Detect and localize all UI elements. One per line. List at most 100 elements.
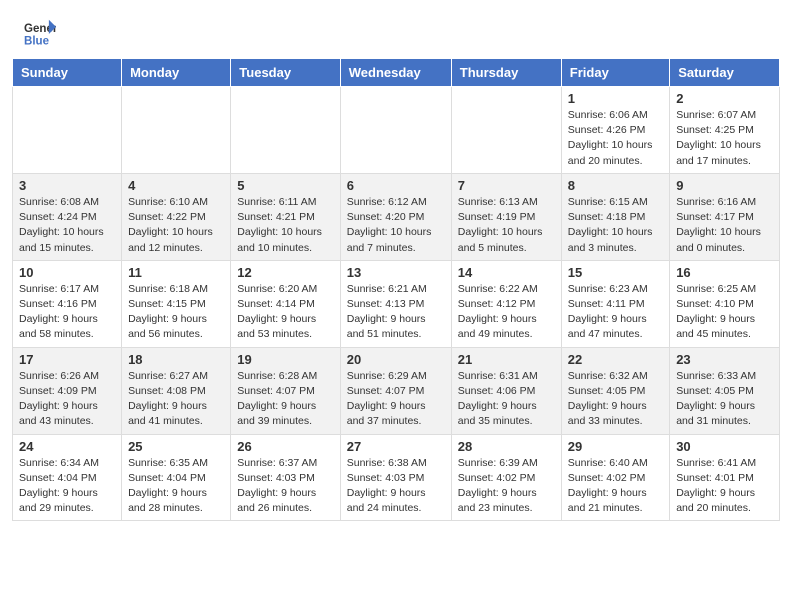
calendar-day-cell: 11 Sunrise: 6:18 AM Sunset: 4:15 PM Dayli… <box>122 260 231 347</box>
day-info: Sunrise: 6:40 AM Sunset: 4:02 PM Dayligh… <box>568 456 663 517</box>
day-info: Sunrise: 6:34 AM Sunset: 4:04 PM Dayligh… <box>19 456 115 517</box>
day-info: Sunrise: 6:20 AM Sunset: 4:14 PM Dayligh… <box>237 282 333 343</box>
calendar-day-cell: 1 Sunrise: 6:06 AM Sunset: 4:26 PM Daylig… <box>561 87 669 174</box>
day-info: Sunrise: 6:08 AM Sunset: 4:24 PM Dayligh… <box>19 195 115 256</box>
day-number: 3 <box>19 178 115 193</box>
day-number: 16 <box>676 265 773 280</box>
calendar-day-cell: 27 Sunrise: 6:38 AM Sunset: 4:03 PM Dayli… <box>340 434 451 521</box>
day-number: 30 <box>676 439 773 454</box>
svg-text:Blue: Blue <box>24 36 50 48</box>
calendar-day-cell: 28 Sunrise: 6:39 AM Sunset: 4:02 PM Dayli… <box>451 434 561 521</box>
day-info: Sunrise: 6:10 AM Sunset: 4:22 PM Dayligh… <box>128 195 224 256</box>
day-number: 17 <box>19 352 115 367</box>
day-number: 18 <box>128 352 224 367</box>
day-info: Sunrise: 6:21 AM Sunset: 4:13 PM Dayligh… <box>347 282 445 343</box>
day-info: Sunrise: 6:28 AM Sunset: 4:07 PM Dayligh… <box>237 369 333 430</box>
day-number: 1 <box>568 91 663 106</box>
calendar-day-cell: 26 Sunrise: 6:37 AM Sunset: 4:03 PM Dayli… <box>231 434 340 521</box>
calendar-wrapper: SundayMondayTuesdayWednesdayThursdayFrid… <box>0 58 792 533</box>
calendar-day-cell: 24 Sunrise: 6:34 AM Sunset: 4:04 PM Dayli… <box>13 434 122 521</box>
calendar-week-row: 24 Sunrise: 6:34 AM Sunset: 4:04 PM Dayli… <box>13 434 780 521</box>
calendar-day-cell: 14 Sunrise: 6:22 AM Sunset: 4:12 PM Dayli… <box>451 260 561 347</box>
day-number: 23 <box>676 352 773 367</box>
calendar-day-cell <box>340 87 451 174</box>
day-info: Sunrise: 6:12 AM Sunset: 4:20 PM Dayligh… <box>347 195 445 256</box>
calendar-day-cell: 2 Sunrise: 6:07 AM Sunset: 4:25 PM Daylig… <box>670 87 780 174</box>
day-info: Sunrise: 6:38 AM Sunset: 4:03 PM Dayligh… <box>347 456 445 517</box>
day-info: Sunrise: 6:26 AM Sunset: 4:09 PM Dayligh… <box>19 369 115 430</box>
calendar-day-cell: 30Sunrise: 6:41 AM Sunset: 4:01 PM Dayli… <box>670 434 780 521</box>
day-info: Sunrise: 6:27 AM Sunset: 4:08 PM Dayligh… <box>128 369 224 430</box>
calendar-week-row: 10 Sunrise: 6:17 AM Sunset: 4:16 PM Dayli… <box>13 260 780 347</box>
calendar-week-row: 17 Sunrise: 6:26 AM Sunset: 4:09 PM Dayli… <box>13 347 780 434</box>
calendar-day-cell: 7 Sunrise: 6:13 AM Sunset: 4:19 PM Daylig… <box>451 173 561 260</box>
day-of-week-header: Saturday <box>670 59 780 87</box>
day-info: Sunrise: 6:22 AM Sunset: 4:12 PM Dayligh… <box>458 282 555 343</box>
day-info: Sunrise: 6:29 AM Sunset: 4:07 PM Dayligh… <box>347 369 445 430</box>
day-info: Sunrise: 6:23 AM Sunset: 4:11 PM Dayligh… <box>568 282 663 343</box>
day-info: Sunrise: 6:25 AM Sunset: 4:10 PM Dayligh… <box>676 282 773 343</box>
calendar-day-cell: 16 Sunrise: 6:25 AM Sunset: 4:10 PM Dayli… <box>670 260 780 347</box>
calendar-day-cell: 22Sunrise: 6:32 AM Sunset: 4:05 PM Dayli… <box>561 347 669 434</box>
day-number: 14 <box>458 265 555 280</box>
day-info: Sunrise: 6:32 AM Sunset: 4:05 PM Dayligh… <box>568 369 663 430</box>
calendar-day-cell: 6 Sunrise: 6:12 AM Sunset: 4:20 PM Daylig… <box>340 173 451 260</box>
day-number: 8 <box>568 178 663 193</box>
calendar-day-cell: 10 Sunrise: 6:17 AM Sunset: 4:16 PM Dayli… <box>13 260 122 347</box>
day-number: 5 <box>237 178 333 193</box>
day-info: Sunrise: 6:37 AM Sunset: 4:03 PM Dayligh… <box>237 456 333 517</box>
day-number: 9 <box>676 178 773 193</box>
calendar-day-cell: 23 Sunrise: 6:33 AM Sunset: 4:05 PM Dayli… <box>670 347 780 434</box>
calendar-day-cell: 13 Sunrise: 6:21 AM Sunset: 4:13 PM Dayli… <box>340 260 451 347</box>
calendar-week-row: 3 Sunrise: 6:08 AM Sunset: 4:24 PM Daylig… <box>13 173 780 260</box>
day-number: 6 <box>347 178 445 193</box>
calendar-day-cell: 12 Sunrise: 6:20 AM Sunset: 4:14 PM Dayli… <box>231 260 340 347</box>
calendar-day-cell: 19 Sunrise: 6:28 AM Sunset: 4:07 PM Dayli… <box>231 347 340 434</box>
day-info: Sunrise: 6:15 AM Sunset: 4:18 PM Dayligh… <box>568 195 663 256</box>
day-of-week-header: Friday <box>561 59 669 87</box>
day-info: Sunrise: 6:33 AM Sunset: 4:05 PM Dayligh… <box>676 369 773 430</box>
day-number: 24 <box>19 439 115 454</box>
day-of-week-header: Thursday <box>451 59 561 87</box>
calendar-day-cell <box>451 87 561 174</box>
day-number: 25 <box>128 439 224 454</box>
day-number: 2 <box>676 91 773 106</box>
day-number: 27 <box>347 439 445 454</box>
day-info: Sunrise: 6:13 AM Sunset: 4:19 PM Dayligh… <box>458 195 555 256</box>
day-info: Sunrise: 6:17 AM Sunset: 4:16 PM Dayligh… <box>19 282 115 343</box>
day-info: Sunrise: 6:39 AM Sunset: 4:02 PM Dayligh… <box>458 456 555 517</box>
calendar-day-cell: 9Sunrise: 6:16 AM Sunset: 4:17 PM Daylig… <box>670 173 780 260</box>
day-info: Sunrise: 6:06 AM Sunset: 4:26 PM Dayligh… <box>568 108 663 169</box>
day-info: Sunrise: 6:07 AM Sunset: 4:25 PM Dayligh… <box>676 108 773 169</box>
day-number: 28 <box>458 439 555 454</box>
day-info: Sunrise: 6:18 AM Sunset: 4:15 PM Dayligh… <box>128 282 224 343</box>
calendar-day-cell: 8 Sunrise: 6:15 AM Sunset: 4:18 PM Daylig… <box>561 173 669 260</box>
calendar-day-cell <box>13 87 122 174</box>
calendar-day-cell: 29Sunrise: 6:40 AM Sunset: 4:02 PM Dayli… <box>561 434 669 521</box>
calendar-table: SundayMondayTuesdayWednesdayThursdayFrid… <box>12 58 780 521</box>
page-header: General Blue <box>0 0 792 58</box>
day-number: 10 <box>19 265 115 280</box>
day-number: 20 <box>347 352 445 367</box>
logo: General Blue <box>24 18 56 50</box>
day-of-week-header: Monday <box>122 59 231 87</box>
day-number: 15 <box>568 265 663 280</box>
day-number: 13 <box>347 265 445 280</box>
day-number: 7 <box>458 178 555 193</box>
day-info: Sunrise: 6:35 AM Sunset: 4:04 PM Dayligh… <box>128 456 224 517</box>
calendar-day-cell <box>122 87 231 174</box>
day-info: Sunrise: 6:31 AM Sunset: 4:06 PM Dayligh… <box>458 369 555 430</box>
logo-icon: General Blue <box>24 18 56 50</box>
calendar-day-cell: 20 Sunrise: 6:29 AM Sunset: 4:07 PM Dayli… <box>340 347 451 434</box>
calendar-day-cell: 21Sunrise: 6:31 AM Sunset: 4:06 PM Dayli… <box>451 347 561 434</box>
calendar-day-cell <box>231 87 340 174</box>
day-number: 26 <box>237 439 333 454</box>
day-number: 12 <box>237 265 333 280</box>
day-of-week-header: Tuesday <box>231 59 340 87</box>
day-of-week-header: Wednesday <box>340 59 451 87</box>
day-number: 19 <box>237 352 333 367</box>
day-number: 11 <box>128 265 224 280</box>
calendar-day-cell: 25 Sunrise: 6:35 AM Sunset: 4:04 PM Dayli… <box>122 434 231 521</box>
calendar-day-cell: 4Sunrise: 6:10 AM Sunset: 4:22 PM Daylig… <box>122 173 231 260</box>
calendar-header-row: SundayMondayTuesdayWednesdayThursdayFrid… <box>13 59 780 87</box>
